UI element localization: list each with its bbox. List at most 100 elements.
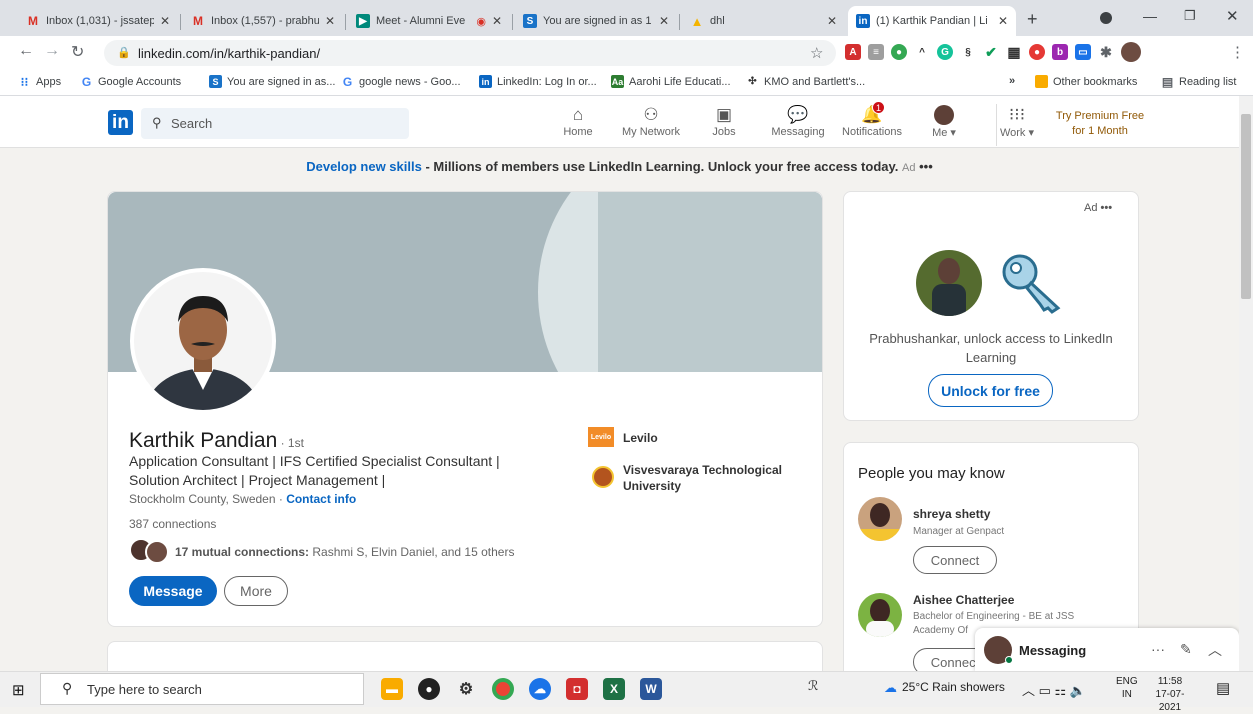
message-button[interactable]: Message (129, 576, 217, 606)
clock[interactable]: 11:58 17-07-2021 (1145, 675, 1195, 714)
current-company[interactable]: Levilo (623, 430, 658, 446)
chrome-menu-icon[interactable]: ⋮ (1230, 43, 1245, 61)
pymk-name[interactable]: Aishee Chatterjee (913, 593, 1014, 607)
bookmarks-overflow[interactable]: » (1009, 75, 1015, 87)
tab-linkedin[interactable]: in (1) Karthik Pandian | Li ✕ (848, 6, 1016, 36)
connection-degree: · 1st (277, 436, 304, 450)
bookmark-kmo[interactable]: ✣ KMO and Bartlett's... (746, 75, 865, 88)
try-premium-link[interactable]: Try Premium Free for 1 Month (1054, 109, 1146, 139)
bookmark-star-icon[interactable]: ☆ (810, 44, 823, 62)
nav-my-network[interactable]: ⚇ My Network (616, 104, 686, 138)
pymk-subtitle: Manager at Genpact (913, 526, 1005, 537)
language-indicator[interactable]: ENG IN (1116, 675, 1138, 701)
notification-center-icon[interactable]: ▤ (1216, 679, 1230, 697)
puzzle-extension-icon[interactable]: § (960, 44, 976, 60)
word-icon[interactable]: W (640, 678, 662, 700)
restore-icon[interactable]: ❐ (1184, 8, 1196, 24)
caret-extension-icon[interactable]: ^ (914, 44, 930, 60)
home-icon: ⌂ (572, 105, 584, 124)
nav-work[interactable]: ⁝⁝⁝ Work ▾ (982, 104, 1052, 139)
kmo-icon: ✣ (748, 76, 757, 87)
scrollbar[interactable] (1239, 96, 1253, 671)
more-icon[interactable]: ••• (1101, 202, 1113, 214)
app-icon[interactable]: ◘ (566, 678, 588, 700)
forward-icon[interactable]: → (44, 42, 60, 60)
close-window-icon[interactable]: ✕ (1226, 7, 1239, 25)
bookmark-google-news[interactable]: Ggoogle news - Goo... (341, 75, 461, 89)
messaging-title[interactable]: Messaging (1019, 643, 1086, 658)
bookmark-aarohi[interactable]: Aa Aarohi Life Educati... (611, 75, 731, 88)
blue-extension-icon[interactable]: ▭ (1075, 44, 1091, 60)
pymk-name[interactable]: shreya shetty (913, 507, 990, 521)
connect-button[interactable]: Connect (913, 546, 997, 574)
close-icon[interactable]: ✕ (325, 14, 335, 28)
extensions-icon[interactable]: ✱ (1098, 44, 1114, 60)
avatar[interactable] (858, 497, 902, 541)
profile-menu-icon[interactable] (1100, 12, 1112, 24)
b-extension-icon[interactable]: b (1052, 44, 1068, 60)
close-icon[interactable]: ✕ (827, 14, 837, 28)
windows-start-icon[interactable]: ⊞ (12, 681, 25, 699)
reload-icon[interactable]: ↻ (71, 42, 84, 62)
extension-icon[interactable]: ● (891, 44, 907, 60)
develop-skills-link[interactable]: Develop new skills (306, 159, 422, 174)
bookmark-other[interactable]: Other bookmarks (1035, 75, 1137, 88)
tab-signed-in[interactable]: S You are signed in as 1 ✕ (515, 6, 677, 36)
nav-me[interactable]: Me ▾ (909, 104, 979, 139)
nav-jobs[interactable]: ▣ Jobs (689, 104, 759, 138)
tab-meet[interactable]: ▶ Meet - Alumni Eve ◉ ✕ (348, 6, 510, 36)
bookmark-google-accounts[interactable]: G Google Accounts (80, 75, 181, 89)
drive-icon: ▲ (690, 13, 704, 29)
education[interactable]: Visvesvaraya Technological University (623, 462, 793, 494)
close-icon[interactable]: ✕ (492, 14, 502, 28)
tab-gmail-1[interactable]: M Inbox (1,031) - jssatep ✕ (18, 6, 178, 36)
avatar[interactable] (1121, 42, 1141, 62)
taskbar-search[interactable]: Type here to search (40, 673, 364, 705)
search-input[interactable]: Search (141, 108, 409, 139)
file-explorer-icon[interactable]: ▬ (381, 678, 403, 700)
address-bar[interactable]: linkedin.com/in/karthik-pandian/ (104, 40, 836, 66)
app-icon[interactable]: ● (418, 678, 440, 700)
avatar[interactable] (858, 593, 902, 637)
connections-count[interactable]: 387 connections (129, 517, 216, 531)
bookmark-linkedin[interactable]: in LinkedIn: Log In or... (479, 75, 597, 88)
tab-dhl[interactable]: ▲ dhl ✕ (682, 6, 845, 36)
more-button[interactable]: More (224, 576, 288, 606)
nav-messaging[interactable]: 💬 Messaging (763, 104, 833, 138)
messaging-overlay[interactable] (975, 628, 1239, 671)
grid-extension-icon[interactable]: ▦ (1006, 44, 1022, 60)
close-icon[interactable]: ✕ (160, 14, 170, 28)
close-icon[interactable]: ✕ (998, 14, 1008, 28)
mutual-connections[interactable]: 17 mutual connections: Rashmi S, Elvin D… (175, 545, 514, 559)
new-tab-button[interactable]: + (1027, 9, 1038, 30)
pdf-extension-icon[interactable]: A (845, 44, 861, 60)
more-icon[interactable]: ••• (919, 159, 933, 174)
profile-photo[interactable] (130, 268, 276, 414)
bookmark-apps[interactable]: ⁝⁝ Apps (18, 75, 61, 89)
people-icon[interactable]: ℛ (808, 678, 818, 694)
linkedin-logo[interactable]: in (108, 110, 133, 135)
close-icon[interactable]: ✕ (659, 14, 669, 28)
bookmark-signed-in[interactable]: S You are signed in as... (209, 75, 335, 88)
settings-icon[interactable]: ⚙ (455, 678, 477, 700)
check-extension-icon[interactable]: ✔ (983, 44, 999, 60)
tray-icons[interactable]: ︿ ▭ ⚏ 🔈 (1022, 680, 1086, 699)
minimize-icon[interactable]: — (1143, 8, 1157, 24)
doc-extension-icon[interactable]: ≡ (868, 44, 884, 60)
tab-gmail-2[interactable]: M Inbox (1,557) - prabhu ✕ (183, 6, 343, 36)
unlock-for-free-button[interactable]: Unlock for free (928, 374, 1053, 407)
red-extension-icon[interactable]: ● (1029, 44, 1045, 60)
cloud-icon[interactable]: ☁ (529, 678, 551, 700)
back-icon[interactable]: ← (18, 42, 34, 60)
lock-icon: 🔒 (117, 47, 131, 59)
weather-text[interactable]: 25°C Rain showers (902, 680, 1005, 694)
chrome-icon[interactable] (492, 678, 514, 700)
reading-list[interactable]: ▤ Reading list (1161, 75, 1237, 89)
nav-home[interactable]: ⌂ Home (543, 104, 613, 138)
more-icon[interactable]: ··· (1151, 641, 1165, 657)
compose-icon[interactable]: ✎ (1180, 641, 1192, 658)
grammarly-icon[interactable]: G (937, 44, 953, 60)
chevron-up-icon[interactable]: ︿ (1208, 640, 1222, 660)
contact-info-link[interactable]: Contact info (286, 492, 356, 506)
excel-icon[interactable]: X (603, 678, 625, 700)
